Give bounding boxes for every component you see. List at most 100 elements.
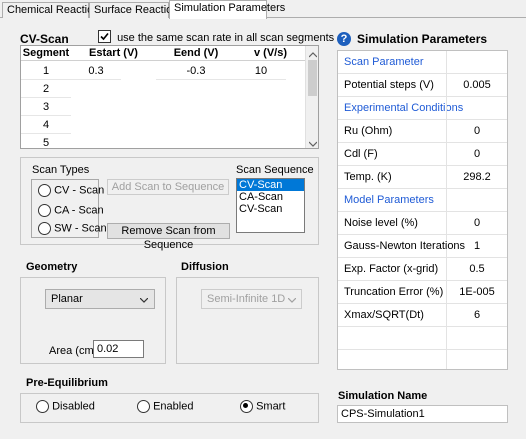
add-scan-button[interactable]: Add Scan to Sequence bbox=[107, 179, 229, 195]
geometry-select[interactable]: Planar bbox=[45, 289, 155, 309]
property-row-empty bbox=[338, 327, 507, 350]
property-row-empty bbox=[338, 350, 507, 369]
scan-sequence-title: Scan Sequence bbox=[236, 164, 314, 176]
property-value[interactable]: 0 bbox=[446, 143, 507, 165]
cell-segment[interactable]: 5 bbox=[21, 134, 71, 148]
property-row[interactable]: Potential steps (V) 0.005 bbox=[338, 74, 507, 97]
scroll-thumb[interactable] bbox=[308, 60, 317, 96]
category-model-parameters: Model Parameters bbox=[338, 189, 507, 212]
property-label: Xmax/SQRT(Dt) bbox=[344, 309, 424, 321]
property-label: Noise level (%) bbox=[344, 217, 418, 229]
radio-enabled[interactable]: Enabled bbox=[137, 400, 193, 413]
property-value[interactable]: 0.005 bbox=[446, 74, 507, 96]
scroll-down-icon[interactable] bbox=[308, 138, 318, 148]
property-value[interactable]: 0 bbox=[446, 212, 507, 234]
property-label: Exp. Factor (x-grid) bbox=[344, 263, 439, 275]
cell-segment[interactable]: 3 bbox=[21, 98, 71, 116]
cell-estart[interactable]: 0.3 bbox=[71, 62, 121, 80]
radio-label: Disabled bbox=[52, 400, 95, 413]
radio-ca-scan[interactable]: CA - Scan bbox=[38, 204, 104, 217]
radio-label: SW - Scan bbox=[54, 222, 107, 235]
simulation-name-input[interactable]: CPS-Simulation1 bbox=[337, 405, 508, 423]
table-row[interactable]: 4 bbox=[21, 116, 305, 134]
geometry-select-value: Planar bbox=[51, 293, 83, 305]
property-row[interactable]: Noise level (%) 0 bbox=[338, 212, 507, 235]
tab-simulation-parameters[interactable]: Simulation Parameters bbox=[169, 0, 285, 19]
tab-surface-reactions[interactable]: Surface Reactions bbox=[89, 2, 184, 18]
radio-cv-scan[interactable]: CV - Scan bbox=[38, 184, 104, 197]
tab-chemical-reactions[interactable]: Chemical Reactions bbox=[2, 2, 105, 18]
category-experimental-conditions: Experimental Conditions bbox=[338, 97, 507, 120]
radio-sw-scan[interactable]: SW - Scan bbox=[38, 222, 107, 235]
radio-disabled[interactable]: Disabled bbox=[36, 400, 95, 413]
scan-types-title: Scan Types bbox=[32, 164, 90, 176]
cell-segment[interactable]: 1 bbox=[21, 62, 71, 80]
radio-button[interactable] bbox=[240, 400, 253, 413]
table-row[interactable]: 1 0.3 -0.3 10 bbox=[21, 62, 305, 80]
diffusion-title: Diffusion bbox=[181, 261, 229, 273]
col-header-segment: Segment bbox=[22, 47, 70, 59]
same-rate-label: use the same scan rate in all scan segme… bbox=[117, 32, 335, 44]
col-header-v: v (V/s) bbox=[253, 47, 287, 59]
same-rate-checkbox[interactable]: use the same scan rate in all scan segme… bbox=[98, 30, 334, 46]
radio-button[interactable] bbox=[38, 222, 51, 235]
simulation-parameters-title: Simulation Parameters bbox=[357, 32, 488, 46]
property-row[interactable]: Gauss-Newton Iterations 1 bbox=[338, 235, 507, 258]
property-value[interactable]: 6 bbox=[446, 304, 507, 326]
chevron-down-icon bbox=[288, 298, 296, 303]
col-header-eend: Eend (V) bbox=[173, 47, 219, 59]
help-icon[interactable]: ? bbox=[337, 32, 351, 46]
chevron-down-icon bbox=[140, 298, 148, 303]
radio-label: Smart bbox=[256, 400, 286, 413]
table-row[interactable]: 5 bbox=[21, 134, 305, 148]
category-scan-parameter: Scan Parameter bbox=[338, 51, 507, 74]
property-value[interactable]: 1 bbox=[446, 235, 507, 257]
table-row[interactable]: 2 bbox=[21, 80, 305, 98]
property-row[interactable]: Truncation Error (%) 1E-005 bbox=[338, 281, 507, 304]
radio-label: CV - Scan bbox=[54, 184, 105, 197]
property-rows: Scan Parameter Potential steps (V) 0.005 … bbox=[338, 51, 507, 369]
remove-scan-button[interactable]: Remove Scan from Sequence bbox=[107, 223, 230, 251]
diffusion-select[interactable]: Semi-Infinite 1D bbox=[201, 289, 302, 309]
radio-button[interactable] bbox=[38, 184, 51, 197]
radio-button[interactable] bbox=[137, 400, 150, 413]
cell-segment[interactable]: 2 bbox=[21, 80, 71, 98]
cv-scan-title: CV-Scan bbox=[20, 32, 69, 46]
segment-grid[interactable]: Segment Estart (V) Eend (V) v (V/s) 1 0.… bbox=[20, 45, 319, 149]
property-row[interactable]: Temp. (K) 298.2 bbox=[338, 166, 507, 189]
property-label: Potential steps (V) bbox=[344, 79, 434, 91]
checkmark-icon bbox=[100, 32, 109, 41]
property-value[interactable]: 298.2 bbox=[446, 166, 507, 188]
radio-smart[interactable]: Smart bbox=[240, 400, 285, 413]
diffusion-select-value: Semi-Infinite 1D bbox=[207, 293, 286, 305]
radio-button[interactable] bbox=[36, 400, 49, 413]
pre-equilibrium-title: Pre-Equilibrium bbox=[26, 377, 108, 389]
col-header-estart: Estart (V) bbox=[89, 47, 138, 59]
radio-label: CA - Scan bbox=[54, 204, 104, 217]
checkbox-box[interactable] bbox=[98, 30, 111, 43]
cell-eend[interactable]: -0.3 bbox=[156, 62, 236, 80]
cell-segment[interactable]: 4 bbox=[21, 116, 71, 134]
property-label: Ru (Ohm) bbox=[344, 125, 393, 137]
list-item[interactable]: CV-Scan bbox=[237, 203, 304, 215]
list-item[interactable]: CV-Scan bbox=[237, 179, 304, 191]
property-row[interactable]: Ru (Ohm) 0 bbox=[338, 120, 507, 143]
list-item[interactable]: CA-Scan bbox=[237, 191, 304, 203]
scan-sequence-list[interactable]: CV-Scan CA-Scan CV-Scan bbox=[236, 178, 305, 233]
cell-v[interactable]: 10 bbox=[236, 62, 286, 80]
grid-scrollbar[interactable] bbox=[305, 46, 318, 148]
area-input[interactable]: 0.02 bbox=[93, 340, 144, 358]
property-value[interactable]: 0.5 bbox=[446, 258, 507, 280]
property-value[interactable]: 0 bbox=[446, 120, 507, 142]
property-value[interactable]: 1E-005 bbox=[446, 281, 507, 303]
simulation-name-title: Simulation Name bbox=[338, 390, 428, 402]
property-row[interactable]: Cdl (F) 0 bbox=[338, 143, 507, 166]
radio-button[interactable] bbox=[38, 204, 51, 217]
property-label: Truncation Error (%) bbox=[344, 286, 444, 298]
property-row[interactable]: Exp. Factor (x-grid) 0.5 bbox=[338, 258, 507, 281]
property-row[interactable]: Xmax/SQRT(Dt) 6 bbox=[338, 304, 507, 327]
property-label: Cdl (F) bbox=[344, 148, 378, 160]
property-label: Temp. (K) bbox=[344, 171, 392, 183]
property-grid[interactable]: Scan Parameter Potential steps (V) 0.005 … bbox=[337, 50, 508, 370]
table-row[interactable]: 3 bbox=[21, 98, 305, 116]
